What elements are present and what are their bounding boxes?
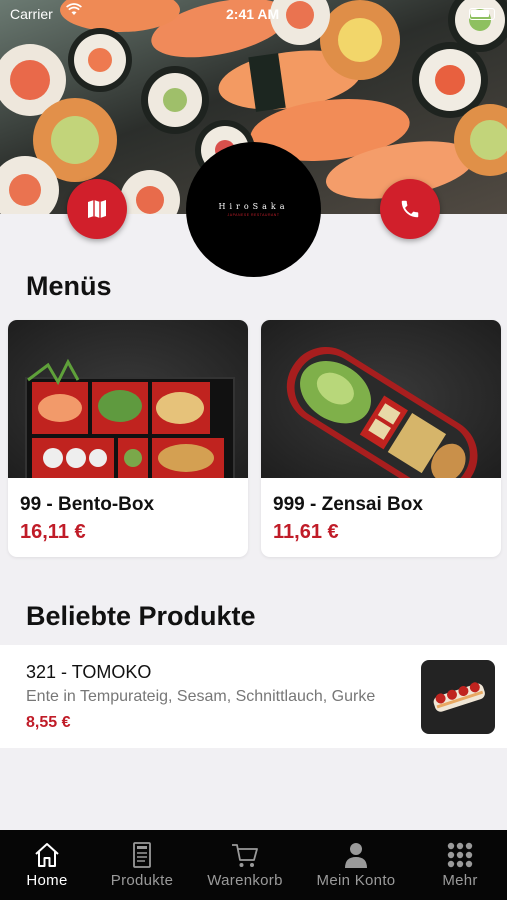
home-icon: [35, 843, 59, 867]
zensai-box-image: [261, 320, 501, 478]
menu-card-zensai-box[interactable]: 999 - Zensai Box 11,61 €: [261, 320, 501, 557]
user-icon: [345, 843, 367, 868]
product-thumbnail: [421, 660, 495, 734]
menu-item-price: 16,11 €: [20, 521, 86, 543]
tab-warenkorb[interactable]: Warenkorb: [195, 830, 295, 900]
menu-item-name: 99 - Bento-Box: [20, 494, 155, 515]
tab-produkte[interactable]: Produkte: [92, 830, 192, 900]
tab-mehr[interactable]: Mehr: [410, 830, 507, 900]
status-bar: Carrier 2:41 AM: [0, 0, 507, 30]
popular-section-title: Beliebte Produkte: [26, 601, 256, 631]
bottom-tab-bar: Home Produkte Warenkorb Mein Konto Mehr: [0, 830, 507, 900]
tab-label: Mein Konto: [316, 872, 396, 889]
product-price: 8,55 €: [26, 714, 71, 731]
product-description: Ente in Tempurateig, Sesam, Schnittlauch…: [26, 688, 376, 705]
restaurant-logo: HiroSaka JAPANESE RESTAURANT: [186, 142, 321, 277]
menus-section-title: Menüs: [26, 271, 112, 301]
carrier-label: Carrier: [10, 6, 53, 22]
menu-card-icon: [133, 842, 151, 868]
grid-icon: [447, 842, 473, 868]
logo-subtitle: JAPANESE RESTAURANT: [227, 213, 280, 217]
call-button[interactable]: [380, 179, 440, 239]
product-name: 321 - TOMOKO: [26, 662, 152, 682]
tab-label: Mehr: [442, 872, 478, 889]
menu-item-name: 999 - Zensai Box: [273, 494, 423, 515]
tab-label: Produkte: [110, 872, 174, 889]
tab-mein-konto[interactable]: Mein Konto: [306, 830, 406, 900]
tab-label: Home: [26, 872, 68, 889]
map-icon: [88, 200, 106, 218]
phone-icon: [401, 200, 419, 218]
battery-icon: [469, 8, 495, 20]
tab-label: Warenkorb: [207, 872, 283, 889]
map-button[interactable]: [67, 179, 127, 239]
status-time: 2:41 AM: [226, 6, 280, 22]
cart-icon: [232, 844, 258, 867]
logo-title: HiroSaka: [218, 202, 289, 211]
menu-card-bento-box[interactable]: 99 - Bento-Box 16,11 €: [8, 320, 248, 557]
wifi-icon: [66, 3, 82, 20]
product-row-tomoko[interactable]: 321 - TOMOKO Ente in Tempurateig, Sesam,…: [0, 645, 507, 748]
menu-item-price: 11,61 €: [273, 521, 339, 543]
bento-box-image: [8, 320, 248, 478]
tab-home[interactable]: Home: [0, 830, 97, 900]
